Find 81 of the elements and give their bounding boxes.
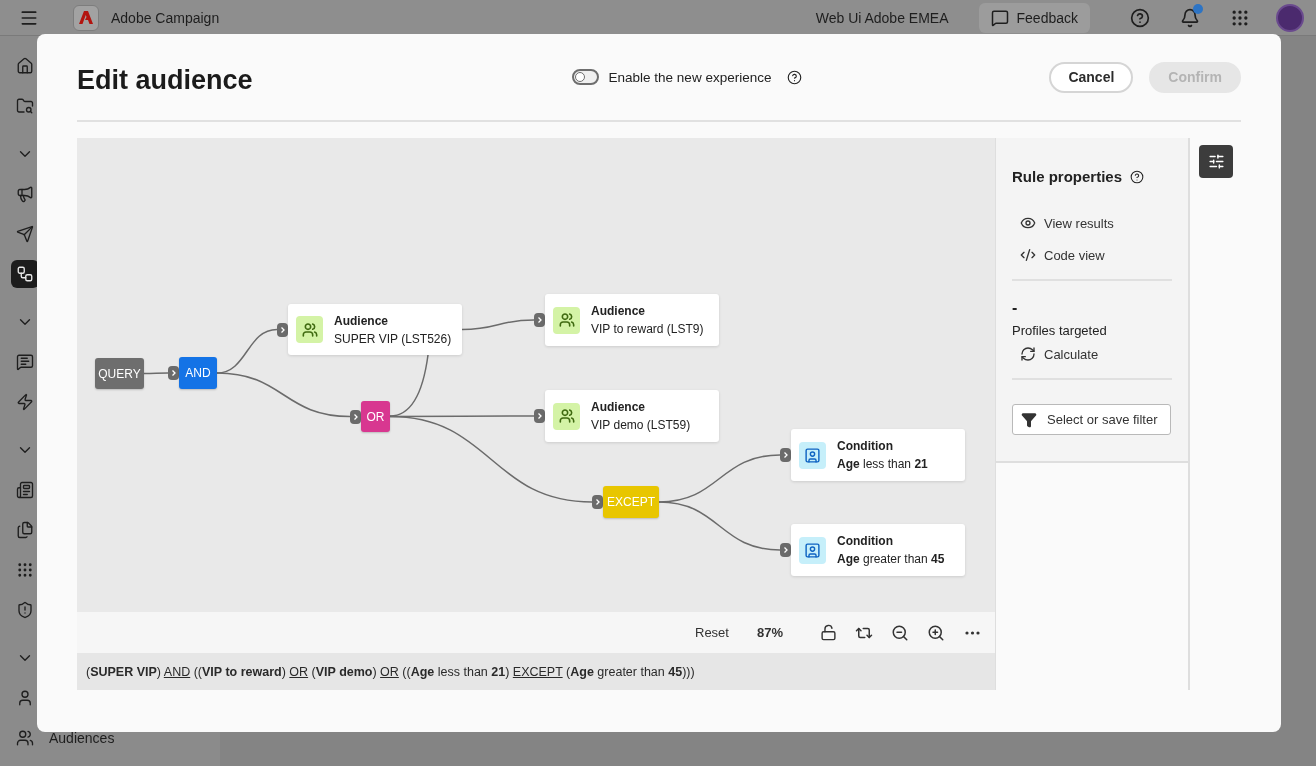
connector-line	[143, 372, 169, 375]
help-icon	[1130, 7, 1150, 28]
people-icon	[558, 408, 575, 424]
chat-bubble-icon	[990, 8, 1009, 27]
dots-icon	[16, 561, 34, 579]
code-icon	[1020, 247, 1036, 263]
sidebar-item[interactable]	[11, 260, 39, 288]
people-icon	[16, 729, 34, 747]
files-icon	[16, 521, 34, 539]
connector-port-icon[interactable]	[168, 366, 179, 380]
organization-name: Web Ui Adobe EMEA	[815, 9, 949, 26]
filter-icon	[1021, 411, 1037, 428]
list-icon	[16, 481, 34, 499]
logo-icon	[73, 4, 99, 31]
toggle-switch[interactable]	[571, 69, 599, 85]
audience-card[interactable]: Audience VIP demo (LST59)	[545, 390, 719, 442]
toggle-label: Enable the new experience	[608, 69, 772, 85]
profiles-label: Profiles targeted	[1012, 323, 1108, 338]
product-name: Adobe Campaign	[111, 9, 220, 26]
code-view-button[interactable]: Code view	[1012, 239, 1172, 271]
home-icon	[16, 57, 34, 75]
card-title: Condition	[837, 534, 894, 548]
settings-button[interactable]	[1199, 145, 1233, 178]
settings-icon	[1207, 153, 1225, 170]
lightning-icon	[16, 393, 34, 411]
card-subtitle: VIP demo (LST59)	[591, 418, 691, 432]
card-subtitle: Age less than 21	[837, 457, 928, 471]
audience-card[interactable]: Audience SUPER VIP (LST526)	[288, 304, 462, 355]
refresh-icon	[1020, 346, 1036, 362]
zoom-out-icon	[891, 623, 909, 642]
calculate-button[interactable]: Calculate	[1012, 338, 1172, 370]
card-title: Audience	[591, 304, 646, 318]
feedback-button[interactable]: Feedback	[978, 2, 1090, 33]
chat-icon	[16, 353, 34, 371]
operator-node[interactable]: OR	[361, 401, 390, 432]
cancel-button[interactable]: Cancel	[1049, 61, 1134, 93]
card-title: Audience	[591, 400, 646, 414]
reset-button[interactable]: Reset	[695, 625, 729, 640]
folder-search-icon	[16, 97, 34, 115]
people-icon	[558, 312, 575, 328]
dialog-title: Edit audience	[77, 64, 253, 96]
eye-icon	[1020, 215, 1036, 231]
help-icon[interactable]	[1130, 169, 1145, 184]
connector-port-icon[interactable]	[534, 313, 545, 327]
profiles-count: -	[1012, 299, 1019, 317]
unlocked-icon	[819, 624, 837, 641]
profile-icon	[804, 446, 821, 464]
people-icon	[301, 321, 318, 338]
sidebar-label[interactable]: Audiences	[49, 730, 115, 746]
workflow-icon	[16, 265, 34, 283]
more-icon	[964, 630, 980, 635]
card-title: Audience	[334, 313, 389, 328]
shield-icon	[16, 601, 34, 619]
avatar[interactable]	[1276, 3, 1304, 32]
connector-port-icon[interactable]	[534, 409, 545, 423]
send-icon	[16, 225, 34, 243]
connector-port-icon[interactable]	[780, 543, 791, 557]
card-subtitle: SUPER VIP (LST526)	[334, 331, 452, 346]
zoom-level: 87%	[756, 625, 783, 640]
connector-port-icon[interactable]	[350, 409, 361, 424]
panel-title: Rule properties	[1012, 168, 1123, 185]
connector-port-icon[interactable]	[277, 322, 288, 337]
megaphone-icon	[16, 185, 34, 203]
help-icon[interactable]	[787, 69, 803, 85]
condition-card[interactable]: Condition Age greater than 45	[791, 524, 965, 576]
operator-node[interactable]: AND	[179, 357, 217, 389]
card-subtitle: Age greater than 45	[837, 552, 945, 566]
bell-icon	[1180, 7, 1200, 28]
connector-port-icon[interactable]	[780, 448, 791, 462]
view-results-button[interactable]: View results	[1012, 207, 1172, 239]
audience-card[interactable]: Audience VIP to reward (LST9)	[545, 294, 719, 346]
connector-port-icon[interactable]	[592, 495, 603, 509]
filter-button[interactable]: Select or save filter	[1012, 404, 1171, 435]
operator-node[interactable]: QUERY	[95, 358, 144, 389]
card-subtitle: VIP to reward (LST9)	[591, 322, 704, 336]
zoom-in-icon	[927, 623, 945, 642]
person-icon	[16, 689, 34, 707]
condition-card[interactable]: Condition Age less than 21	[791, 429, 965, 481]
rule-expression: (SUPER VIP) AND ((VIP to reward) OR (VIP demo) OR ((Age less than 21) EXCEPT (Age greater than 45)))	[86, 664, 695, 679]
card-title: Condition	[837, 439, 894, 453]
profile-icon	[804, 541, 821, 559]
